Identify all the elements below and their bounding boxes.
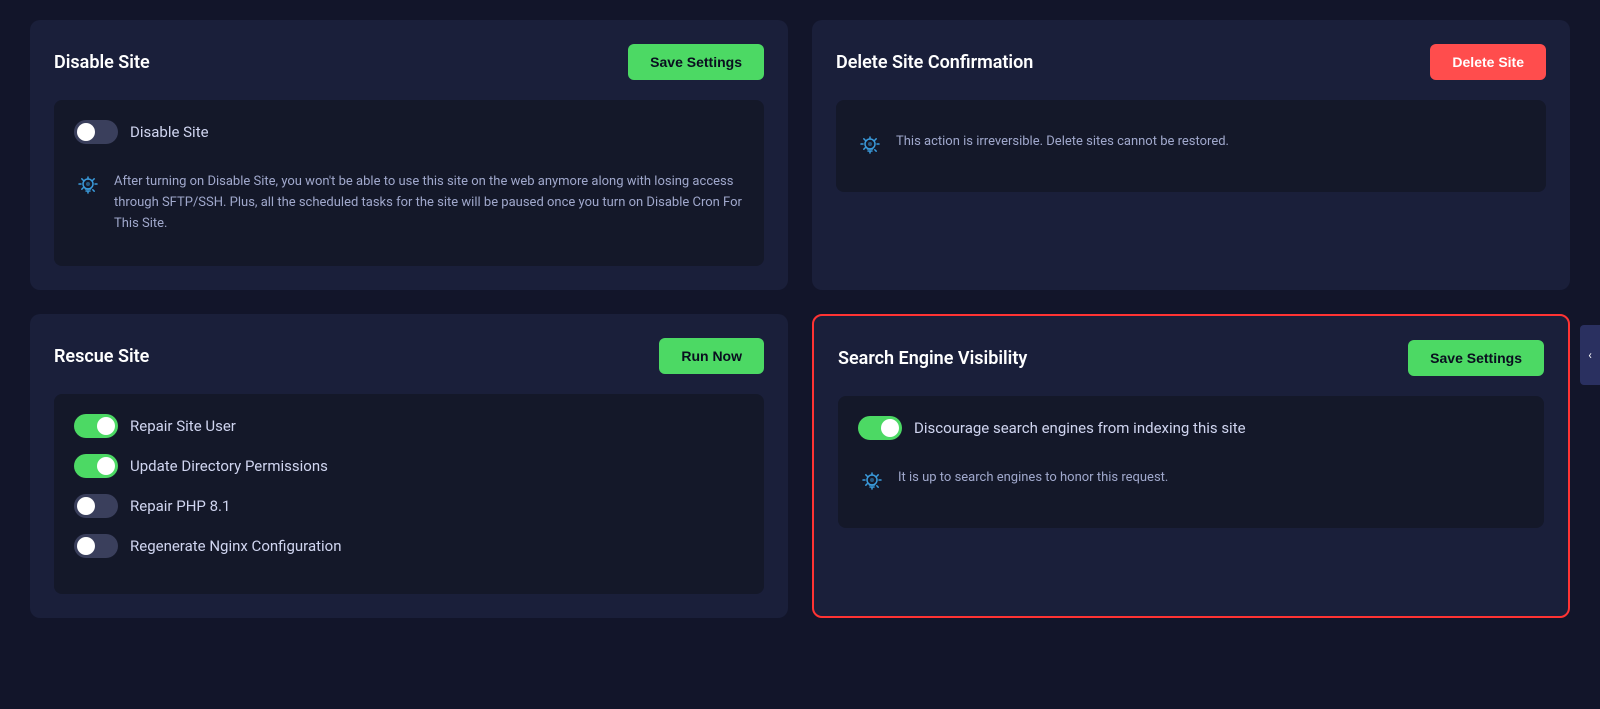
save-settings-button-search[interactable]: Save Settings [1408, 340, 1544, 376]
sidebar-toggle-button[interactable]: ‹ [1580, 325, 1600, 385]
rescue-site-body: Repair Site User Update Directory Permis… [54, 394, 764, 594]
rescue-site-card: Rescue Site Run Now Repair Site User Upd… [30, 314, 788, 618]
bulb-icon-search [858, 468, 886, 496]
delete-site-title: Delete Site Confirmation [836, 52, 1033, 73]
delete-site-card: Delete Site Confirmation Delete Site Thi… [812, 20, 1570, 290]
rescue-site-title: Rescue Site [54, 346, 149, 367]
search-engine-info-text: It is up to search engines to honor this… [898, 468, 1168, 489]
repair-site-user-toggle[interactable] [74, 414, 118, 438]
search-engine-info-row: It is up to search engines to honor this… [858, 456, 1524, 508]
search-engine-card: Search Engine Visibility Save Settings D… [812, 314, 1570, 618]
disable-site-toggle-label: Disable Site [130, 123, 209, 141]
disable-site-title: Disable Site [54, 52, 150, 73]
disable-site-toggle[interactable] [74, 120, 118, 144]
regenerate-nginx-toggle[interactable] [74, 534, 118, 558]
disable-site-header: Disable Site Save Settings [54, 44, 764, 80]
delete-site-body: This action is irreversible. Delete site… [836, 100, 1546, 192]
update-dir-permissions-label: Update Directory Permissions [130, 457, 328, 475]
disable-site-info-row: After turning on Disable Site, you won't… [74, 160, 744, 246]
chevron-left-icon: ‹ [1588, 348, 1592, 362]
repair-php-toggle[interactable] [74, 494, 118, 518]
bulb-icon [74, 172, 102, 200]
disable-site-card: Disable Site Save Settings Disable Site … [30, 20, 788, 290]
delete-site-header: Delete Site Confirmation Delete Site [836, 44, 1546, 80]
delete-site-button[interactable]: Delete Site [1430, 44, 1546, 80]
repair-php-label: Repair PHP 8.1 [130, 497, 230, 515]
repair-site-user-label: Repair Site User [130, 417, 236, 435]
disable-site-toggle-row: Disable Site [74, 120, 744, 144]
run-now-button[interactable]: Run Now [659, 338, 764, 374]
delete-site-info-row: This action is irreversible. Delete site… [856, 120, 1526, 172]
rescue-site-header: Rescue Site Run Now [54, 338, 764, 374]
save-settings-button-disable[interactable]: Save Settings [628, 44, 764, 80]
search-engine-title: Search Engine Visibility [838, 348, 1027, 369]
regenerate-nginx-row: Regenerate Nginx Configuration [74, 534, 744, 558]
disable-site-info-text: After turning on Disable Site, you won't… [114, 172, 744, 234]
discourage-search-toggle[interactable] [858, 416, 902, 440]
discourage-search-row: Discourage search engines from indexing … [858, 416, 1524, 440]
regenerate-nginx-label: Regenerate Nginx Configuration [130, 537, 342, 555]
repair-php-row: Repair PHP 8.1 [74, 494, 744, 518]
discourage-search-label: Discourage search engines from indexing … [914, 419, 1246, 437]
disable-site-body: Disable Site After turning on Disable Si… [54, 100, 764, 266]
repair-site-user-row: Repair Site User [74, 414, 744, 438]
delete-site-info-text: This action is irreversible. Delete site… [896, 132, 1229, 153]
search-engine-header: Search Engine Visibility Save Settings [838, 340, 1544, 376]
search-engine-body: Discourage search engines from indexing … [838, 396, 1544, 528]
update-dir-permissions-toggle[interactable] [74, 454, 118, 478]
bulb-icon-delete [856, 132, 884, 160]
update-dir-permissions-row: Update Directory Permissions [74, 454, 744, 478]
